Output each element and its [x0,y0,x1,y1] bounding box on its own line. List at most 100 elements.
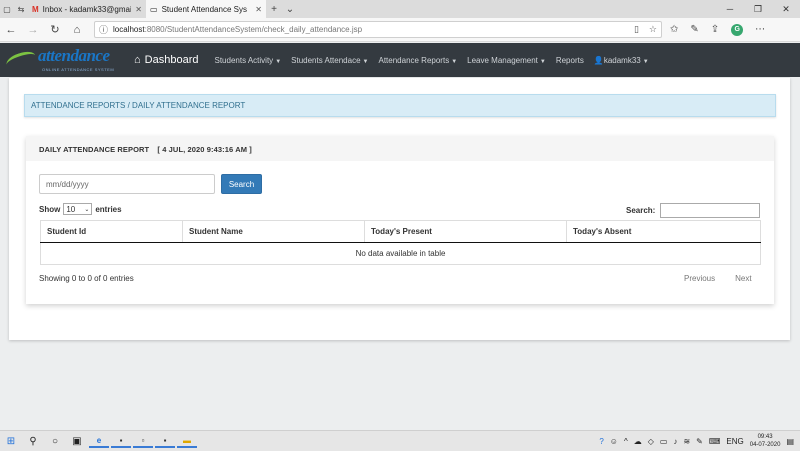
pagination: Previous Next [684,274,752,283]
people-icon[interactable]: ☺ [610,437,618,446]
close-tab-icon[interactable]: ✕ [255,5,262,14]
close-tab-icon[interactable]: ✕ [135,5,142,14]
breadcrumb: ATTENDANCE REPORTS / DAILY ATTENDANCE RE… [24,94,776,117]
show-label: Show [39,204,61,214]
forward-arrow-icon[interactable]: → [22,24,44,36]
clock[interactable]: 09:43 04-07-2020 [750,433,781,449]
clock-time: 09:43 [757,434,773,440]
search-icon[interactable]: ⚲ [22,436,44,447]
empty-table-message: No data available in table [40,242,761,265]
refresh-icon[interactable]: ↻ [44,23,66,36]
grammarly-icon[interactable]: G [731,23,744,36]
page-length-value: 10 [66,204,76,214]
favorites-list-icon[interactable]: ✩ [670,24,678,35]
browser-tab-gmail[interactable]: M Inbox - kadamk33@gmail.c ✕ [28,0,146,18]
user-icon: 👤 [593,55,604,65]
windows-start-icon[interactable]: ⊞ [0,436,22,447]
filter-label: Search: [626,206,656,215]
reading-view-icon[interactable]: ▯ [634,24,639,35]
help-icon[interactable]: ? [599,437,603,446]
previous-button[interactable]: Previous [684,274,715,283]
window-app-icon[interactable]: ▫ [133,434,153,448]
card-header: DAILY ATTENDANCE REPORT [ 4 JUL, 2020 9:… [26,136,774,161]
caret-down-icon: ▼ [362,58,369,65]
url-input[interactable]: ⓘ localhost:8080/StudentAttendanceSystem… [94,21,662,38]
column-todays-present[interactable]: Today's Present [364,220,567,243]
column-student-name[interactable]: Student Name [182,220,365,243]
browser-tab-strip: ▢ ⇆ M Inbox - kadamk33@gmail.c ✕ ▭ Stude… [0,0,800,18]
back-tab-icon[interactable]: ⇆ [14,0,28,18]
table-search-input[interactable] [660,203,761,218]
caret-down-icon: ▼ [275,58,282,65]
network-icon[interactable]: ▭ [660,437,668,446]
gmail-icon: M [32,4,39,14]
search-button[interactable]: Search [221,174,262,194]
tab-title: Student Attendance Sys [161,4,247,14]
dropbox-icon[interactable]: ◇ [648,437,654,446]
chevron-up-icon[interactable]: ^ [624,437,628,446]
back-arrow-icon[interactable]: ← [0,24,22,36]
favorite-star-icon[interactable]: ☆ [649,24,657,35]
file-explorer-icon[interactable]: ▬ [177,434,197,448]
tab-actions-icon[interactable]: ▢ [0,0,14,18]
caret-down-icon: ▼ [539,58,546,65]
url-host: localhost [113,25,145,34]
console-app-icon[interactable]: ▪ [155,434,175,448]
tab-list-chevron-icon[interactable]: ⌄ [282,4,298,15]
date-input[interactable]: mm/dd/yyyy [39,174,215,194]
share-icon[interactable]: ⇪ [711,24,719,35]
table-info: Showing 0 to 0 of 0 entries [39,274,134,283]
pen-icon[interactable]: ✎ [690,24,698,35]
tab-title: Inbox - kadamk33@gmail.c [42,4,132,14]
window-controls: ─ ❐ ✕ [716,4,800,15]
task-view-icon[interactable]: ▣ [66,436,88,447]
home-icon[interactable]: ⌂ [66,24,88,36]
pen-tray-icon[interactable]: ✎ [696,437,703,446]
menu-label: Students Attendace [291,55,361,65]
page-icon: ▭ [150,4,158,14]
address-bar-row: ← → ↻ ⌂ ⓘ localhost:8080/StudentAttendan… [0,18,800,42]
close-window-icon[interactable]: ✕ [772,4,800,15]
menu-label: Reports [555,55,584,65]
column-student-id[interactable]: Student Id [40,220,183,243]
notifications-icon[interactable]: ▤ [786,437,794,446]
url-path: :8080/StudentAttendanceSystem/check_dail… [144,25,363,34]
table-header-row: Student Id Student Name Today's Present … [40,220,761,243]
terminal-app-icon[interactable]: ▪ [111,434,131,448]
menu-attendance-reports[interactable]: Attendance Reports ▼ [378,56,457,65]
system-tray: ? ☺ ^ ☁ ◇ ▭ ♪ ≋ ✎ ⌨ ENG 09:43 04-07-2020… [599,433,800,449]
language-indicator[interactable]: ENG [726,437,743,446]
volume-icon[interactable]: ♪ [673,437,677,446]
menu-reports[interactable]: Reports [556,56,584,65]
caret-down-icon: ▼ [642,58,649,65]
minimize-icon[interactable]: ─ [716,4,744,15]
browser-tab-attendance[interactable]: ▭ Student Attendance Sys ✕ [146,0,266,18]
next-button[interactable]: Next [735,274,751,283]
app-navbar: attendance ONLINE ATTENDANCE SYSTEM ⌂ Da… [0,43,800,77]
page-length-select[interactable]: 10 ⌄ [63,203,93,215]
info-icon[interactable]: ⓘ [99,23,108,36]
menu-students-attendance[interactable]: Students Attendace ▼ [291,56,368,65]
cortana-icon[interactable]: ○ [44,436,66,447]
home-icon: ⌂ [134,54,141,66]
edge-app-icon[interactable]: e [89,434,109,448]
maximize-icon[interactable]: ❐ [744,4,772,15]
menu-user-account[interactable]: 👤kadamk33 ▼ [594,56,649,65]
logo-tagline: ONLINE ATTENDANCE SYSTEM [42,67,115,72]
attendance-logo[interactable]: attendance ONLINE ATTENDANCE SYSTEM [2,43,128,77]
menu-label: kadamk33 [603,55,641,65]
keyboard-icon[interactable]: ⌨ [709,437,721,446]
dashboard-link[interactable]: ⌂ Dashboard [134,54,198,66]
new-tab-button[interactable]: + [266,4,282,15]
menu-students-activity[interactable]: Students Activity ▼ [214,56,281,65]
more-menu-icon[interactable]: ⋯ [755,24,765,35]
browser-toolbar: ✩ ✎ ⇪ G ⋯ [670,23,765,36]
windows-taskbar: ⊞ ⚲ ○ ▣ e ▪ ▫ ▪ ▬ ? ☺ ^ ☁ ◇ ▭ ♪ ≋ ✎ ⌨ EN… [0,430,800,451]
column-todays-absent[interactable]: Today's Absent [566,220,761,243]
menu-label: Leave Management [467,55,538,65]
chevron-down-icon: ⌄ [84,206,90,213]
cloud-icon[interactable]: ☁ [634,437,642,446]
clock-date: 04-07-2020 [749,442,781,448]
menu-leave-management[interactable]: Leave Management ▼ [467,56,546,65]
wifi-icon[interactable]: ≋ [683,437,690,446]
